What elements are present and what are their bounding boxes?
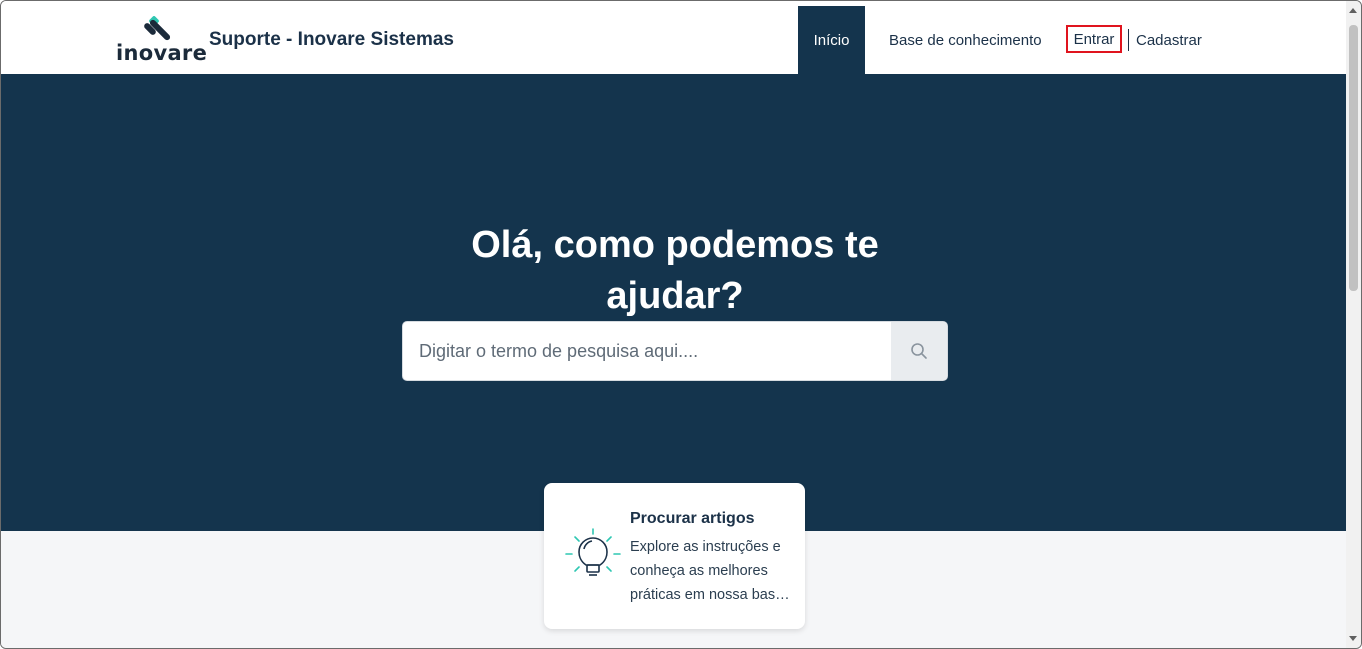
nav-login[interactable]: Entrar [1066,25,1122,53]
vertical-scrollbar[interactable] [1346,1,1361,648]
search-icon [911,343,927,359]
card-title: Procurar artigos [630,510,755,527]
search-bar [402,321,948,381]
nav-separator [1128,29,1129,51]
browser-viewport: inovare Suporte - Inovare Sistemas Iníci… [0,0,1362,649]
site-title[interactable]: Suporte - Inovare Sistemas [209,29,454,51]
browse-articles-card[interactable]: Procurar artigos Explore as instruções e… [544,483,805,629]
nav-home[interactable]: Início [798,6,865,74]
scroll-up-arrow-icon[interactable] [1349,8,1357,13]
nav-register[interactable]: Cadastrar [1136,32,1202,49]
search-input[interactable] [403,322,891,380]
inovare-logo[interactable]: inovare [114,15,208,67]
hero-title: Olá, como podemos te ajudar? [471,224,879,317]
logo-wordmark: inovare [116,41,208,65]
search-button[interactable] [891,322,947,380]
nav-knowledge-base[interactable]: Base de conhecimento [889,32,1042,49]
scroll-down-arrow-icon[interactable] [1349,636,1357,641]
site-header: inovare Suporte - Inovare Sistemas Iníci… [1,1,1346,74]
card-description: Explore as instruções e conheça as melho… [630,539,784,603]
lightbulb-icon [565,528,621,576]
hero-banner: Olá, como podemos te ajudar? [1,74,1346,531]
scroll-thumb[interactable] [1349,25,1358,291]
